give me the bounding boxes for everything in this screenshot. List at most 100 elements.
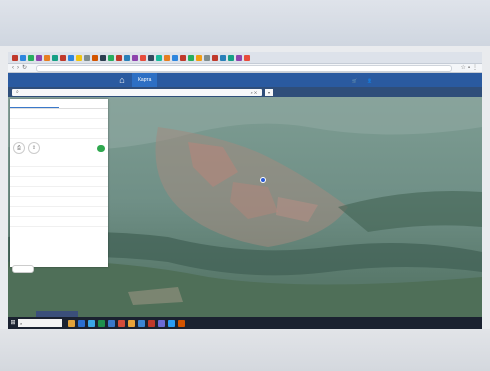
panel-row [10,129,108,139]
browser-tab-icon[interactable] [60,54,66,61]
row-label [13,130,41,137]
browser-tab-icon[interactable] [68,54,74,61]
menu-icon[interactable]: ⋮ [472,65,478,72]
location-marker[interactable] [260,177,266,183]
taskbar-app-icon[interactable] [148,319,155,327]
search-options-button[interactable]: ▾ [265,88,273,96]
row-value [41,178,105,185]
browser-tab-strip[interactable] [8,52,482,64]
browser-tab-icon[interactable] [204,54,210,61]
search-clear-icon[interactable]: ⌕ ✕ [251,90,257,95]
panel-tabs [10,99,108,109]
row-label [13,198,41,205]
cart-button[interactable]: 🛒 [352,78,357,83]
browser-tab-icon[interactable] [180,54,186,61]
photo-bottom-blur [0,329,490,371]
map-search-input[interactable]: ⌕ ⌕ ✕ [12,88,262,96]
forward-icon[interactable]: › [17,65,19,72]
taskbar-app-icon[interactable] [178,319,185,327]
browser-tab-icon[interactable] [156,54,162,61]
taskbar-app-icon[interactable] [108,319,115,327]
panel-row [10,167,108,177]
more-button[interactable] [12,265,34,273]
satellite-map[interactable]: ⌕ ⌕ ✕ ▾ ⎙ ⇪ [8,87,482,317]
panel-row [10,217,108,227]
browser-tab-icon[interactable] [172,54,178,61]
back-icon[interactable]: ‹ [12,65,14,72]
browser-tab-icon[interactable] [52,54,58,61]
browser-tab-icon[interactable] [92,54,98,61]
row-link[interactable] [41,110,105,117]
browser-tab-icon[interactable] [164,54,170,61]
taskbar-app-icon[interactable] [168,319,175,327]
row-link[interactable] [41,168,105,175]
taskbar-apps [68,319,185,327]
taskbar-app-icon[interactable] [68,319,75,327]
panel-row [10,177,108,187]
taskbar-app-icon[interactable] [128,319,135,327]
share-icon[interactable]: ⇪ [28,142,40,154]
taskbar-app-icon[interactable] [118,319,125,327]
browser-tab-icon[interactable] [84,54,90,61]
browser-tab-icon[interactable] [36,54,42,61]
panel-rows-top [10,109,108,139]
panel-row [10,207,108,217]
panel-rows-bottom [10,157,108,227]
row-label [13,208,41,215]
print-icon[interactable]: ⎙ [13,142,25,154]
browser-tab-icon[interactable] [228,54,234,61]
browser-tab-icon[interactable] [100,54,106,61]
reload-icon[interactable]: ↻ [22,65,27,72]
row-label [13,178,41,185]
primary-action-button[interactable] [97,144,105,152]
browser-tab-icon[interactable] [44,54,50,61]
browser-tab-icon[interactable] [108,54,114,61]
taskbar-app-icon[interactable] [138,319,145,327]
row-label [13,120,41,127]
row-value [41,218,105,225]
browser-tab-icon[interactable] [76,54,82,61]
taskbar-app-icon[interactable] [158,319,165,327]
browser-tab-icon[interactable] [196,54,202,61]
row-label [13,188,41,195]
cadastral-info-panel: ⎙ ⇪ [10,99,108,267]
row-value [41,208,105,215]
browser-tab-icon[interactable] [148,54,154,61]
row-label [13,158,41,165]
browser-tab-icon[interactable] [244,54,250,61]
taskbar-app-icon[interactable] [98,319,105,327]
browser-tab-icon[interactable] [132,54,138,61]
row-label [13,110,41,117]
browser-tab-icon[interactable] [188,54,194,61]
star-icon[interactable]: ☆ [460,65,465,72]
panel-actions: ⎙ ⇪ [10,139,108,157]
browser-tab-icon[interactable] [140,54,146,61]
login-button[interactable]: 👤 [367,78,372,83]
taskbar-search-input[interactable]: ⌕ [18,319,62,327]
tab-object-services[interactable] [59,99,108,108]
site-header: ⌂ Карта 🛒 👤 [8,73,482,87]
tab-object-info[interactable] [10,99,59,108]
browser-tab-icon[interactable] [20,54,26,61]
row-value [41,158,105,165]
browser-tab-icon[interactable] [236,54,242,61]
row-value [41,130,105,137]
browser-tab-icon[interactable] [116,54,122,61]
header-right-controls: 🛒 👤 [352,78,482,83]
home-icon[interactable]: ⌂ [112,73,132,87]
browser-tab-icon[interactable] [12,54,18,61]
url-input[interactable] [36,64,453,72]
taskbar-app-icon[interactable] [78,319,85,327]
browser-tab-icon[interactable] [124,54,130,61]
browser-tab-icon[interactable] [220,54,226,61]
tab-map[interactable]: Карта [132,73,158,87]
windows-start-icon[interactable]: ⊞ [8,317,18,329]
panel-row [10,119,108,129]
user-icon: 👤 [367,77,372,83]
row-value [41,198,105,205]
browser-tab-icon[interactable] [212,54,218,61]
taskbar-app-icon[interactable] [88,319,95,327]
extension-icon[interactable]: ▪ [468,65,470,72]
browser-tab-icon[interactable] [28,54,34,61]
photo-top-blur [0,0,490,46]
